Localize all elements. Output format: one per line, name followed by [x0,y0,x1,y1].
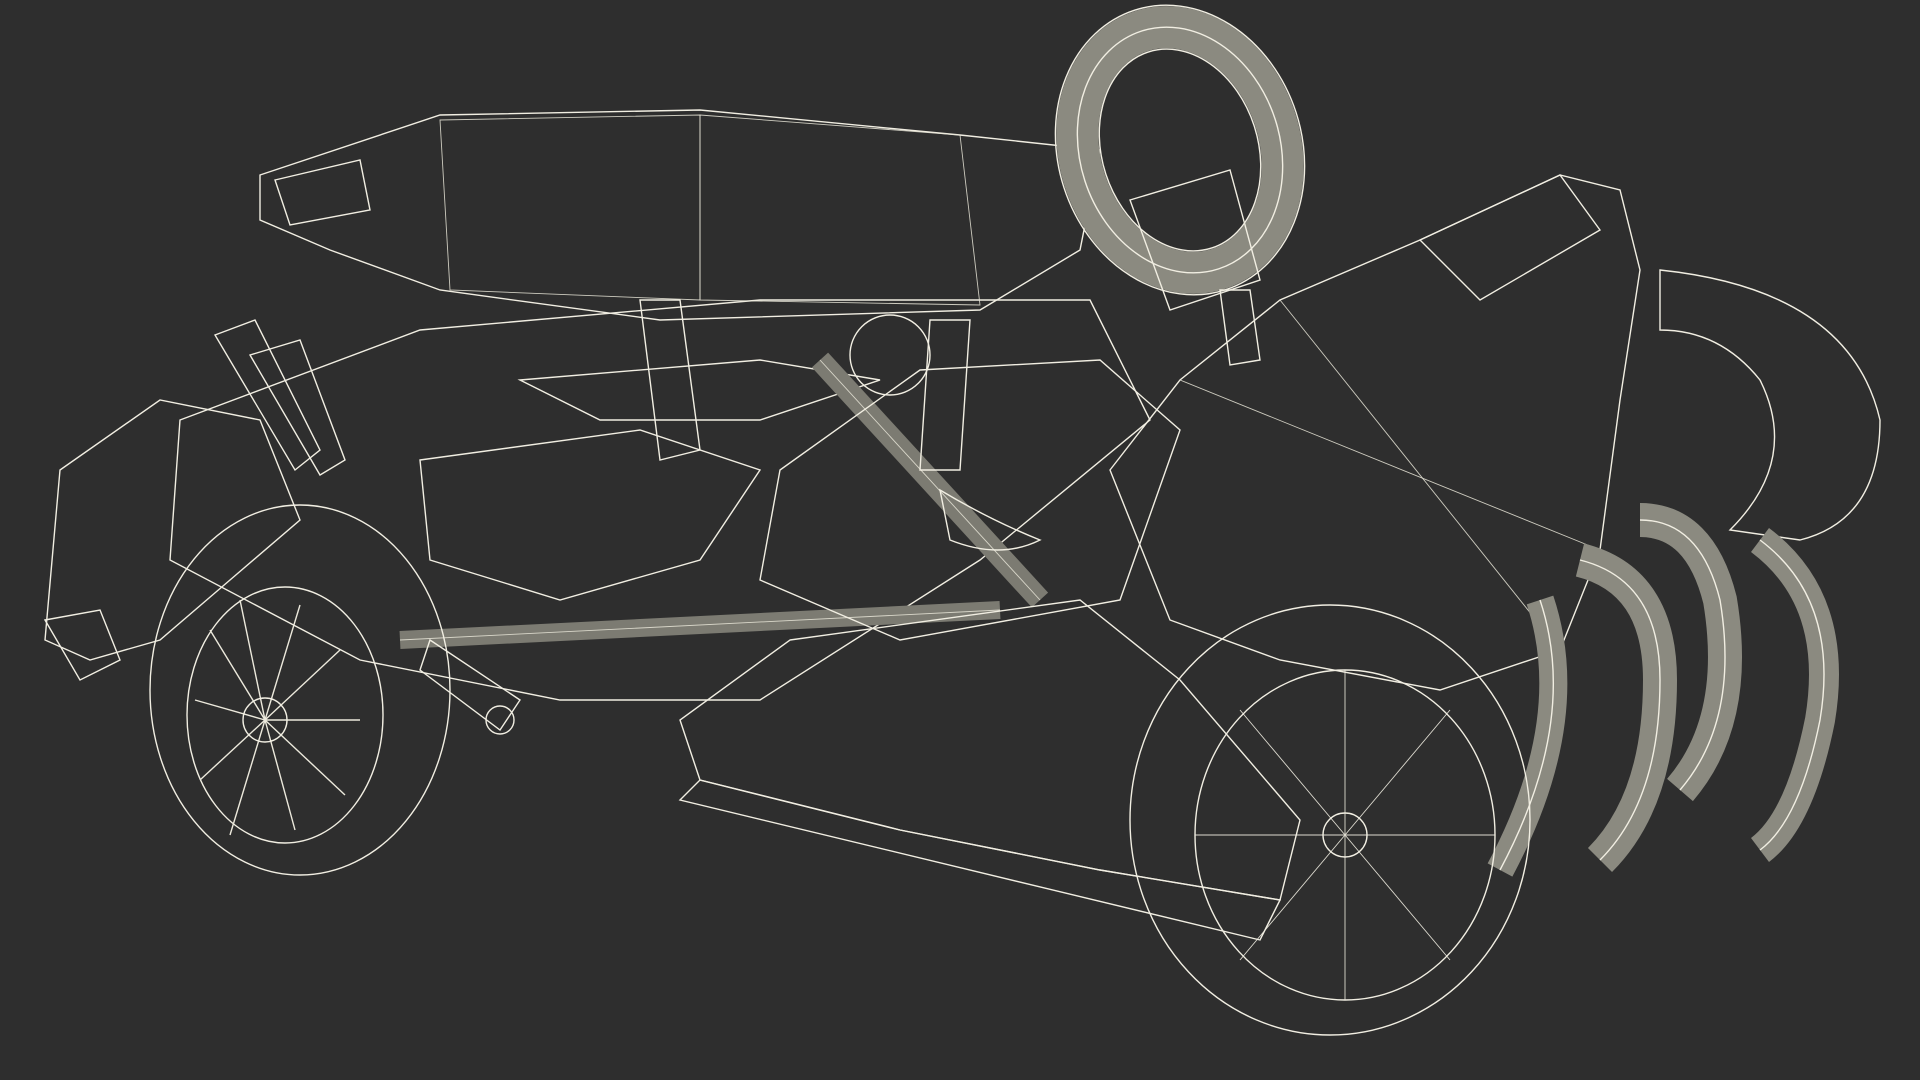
seat-top-panel [259,109,1101,321]
render-viewport [0,0,1920,1080]
seat-support [639,299,971,471]
steering-wheel [1054,4,1306,366]
front-nose [43,399,301,681]
rear-wheel-hub-rays [1195,670,1495,1000]
front-wheel [149,504,451,876]
floor-panel [759,359,1181,641]
front-wheel-spokes [194,599,360,836]
pedal-assembly [213,319,346,476]
rear-exhaust-pipes [1487,269,1881,877]
go-kart-wireframe-model [43,4,1881,1036]
chassis-frame [169,299,1151,701]
front-suspension [419,638,521,735]
